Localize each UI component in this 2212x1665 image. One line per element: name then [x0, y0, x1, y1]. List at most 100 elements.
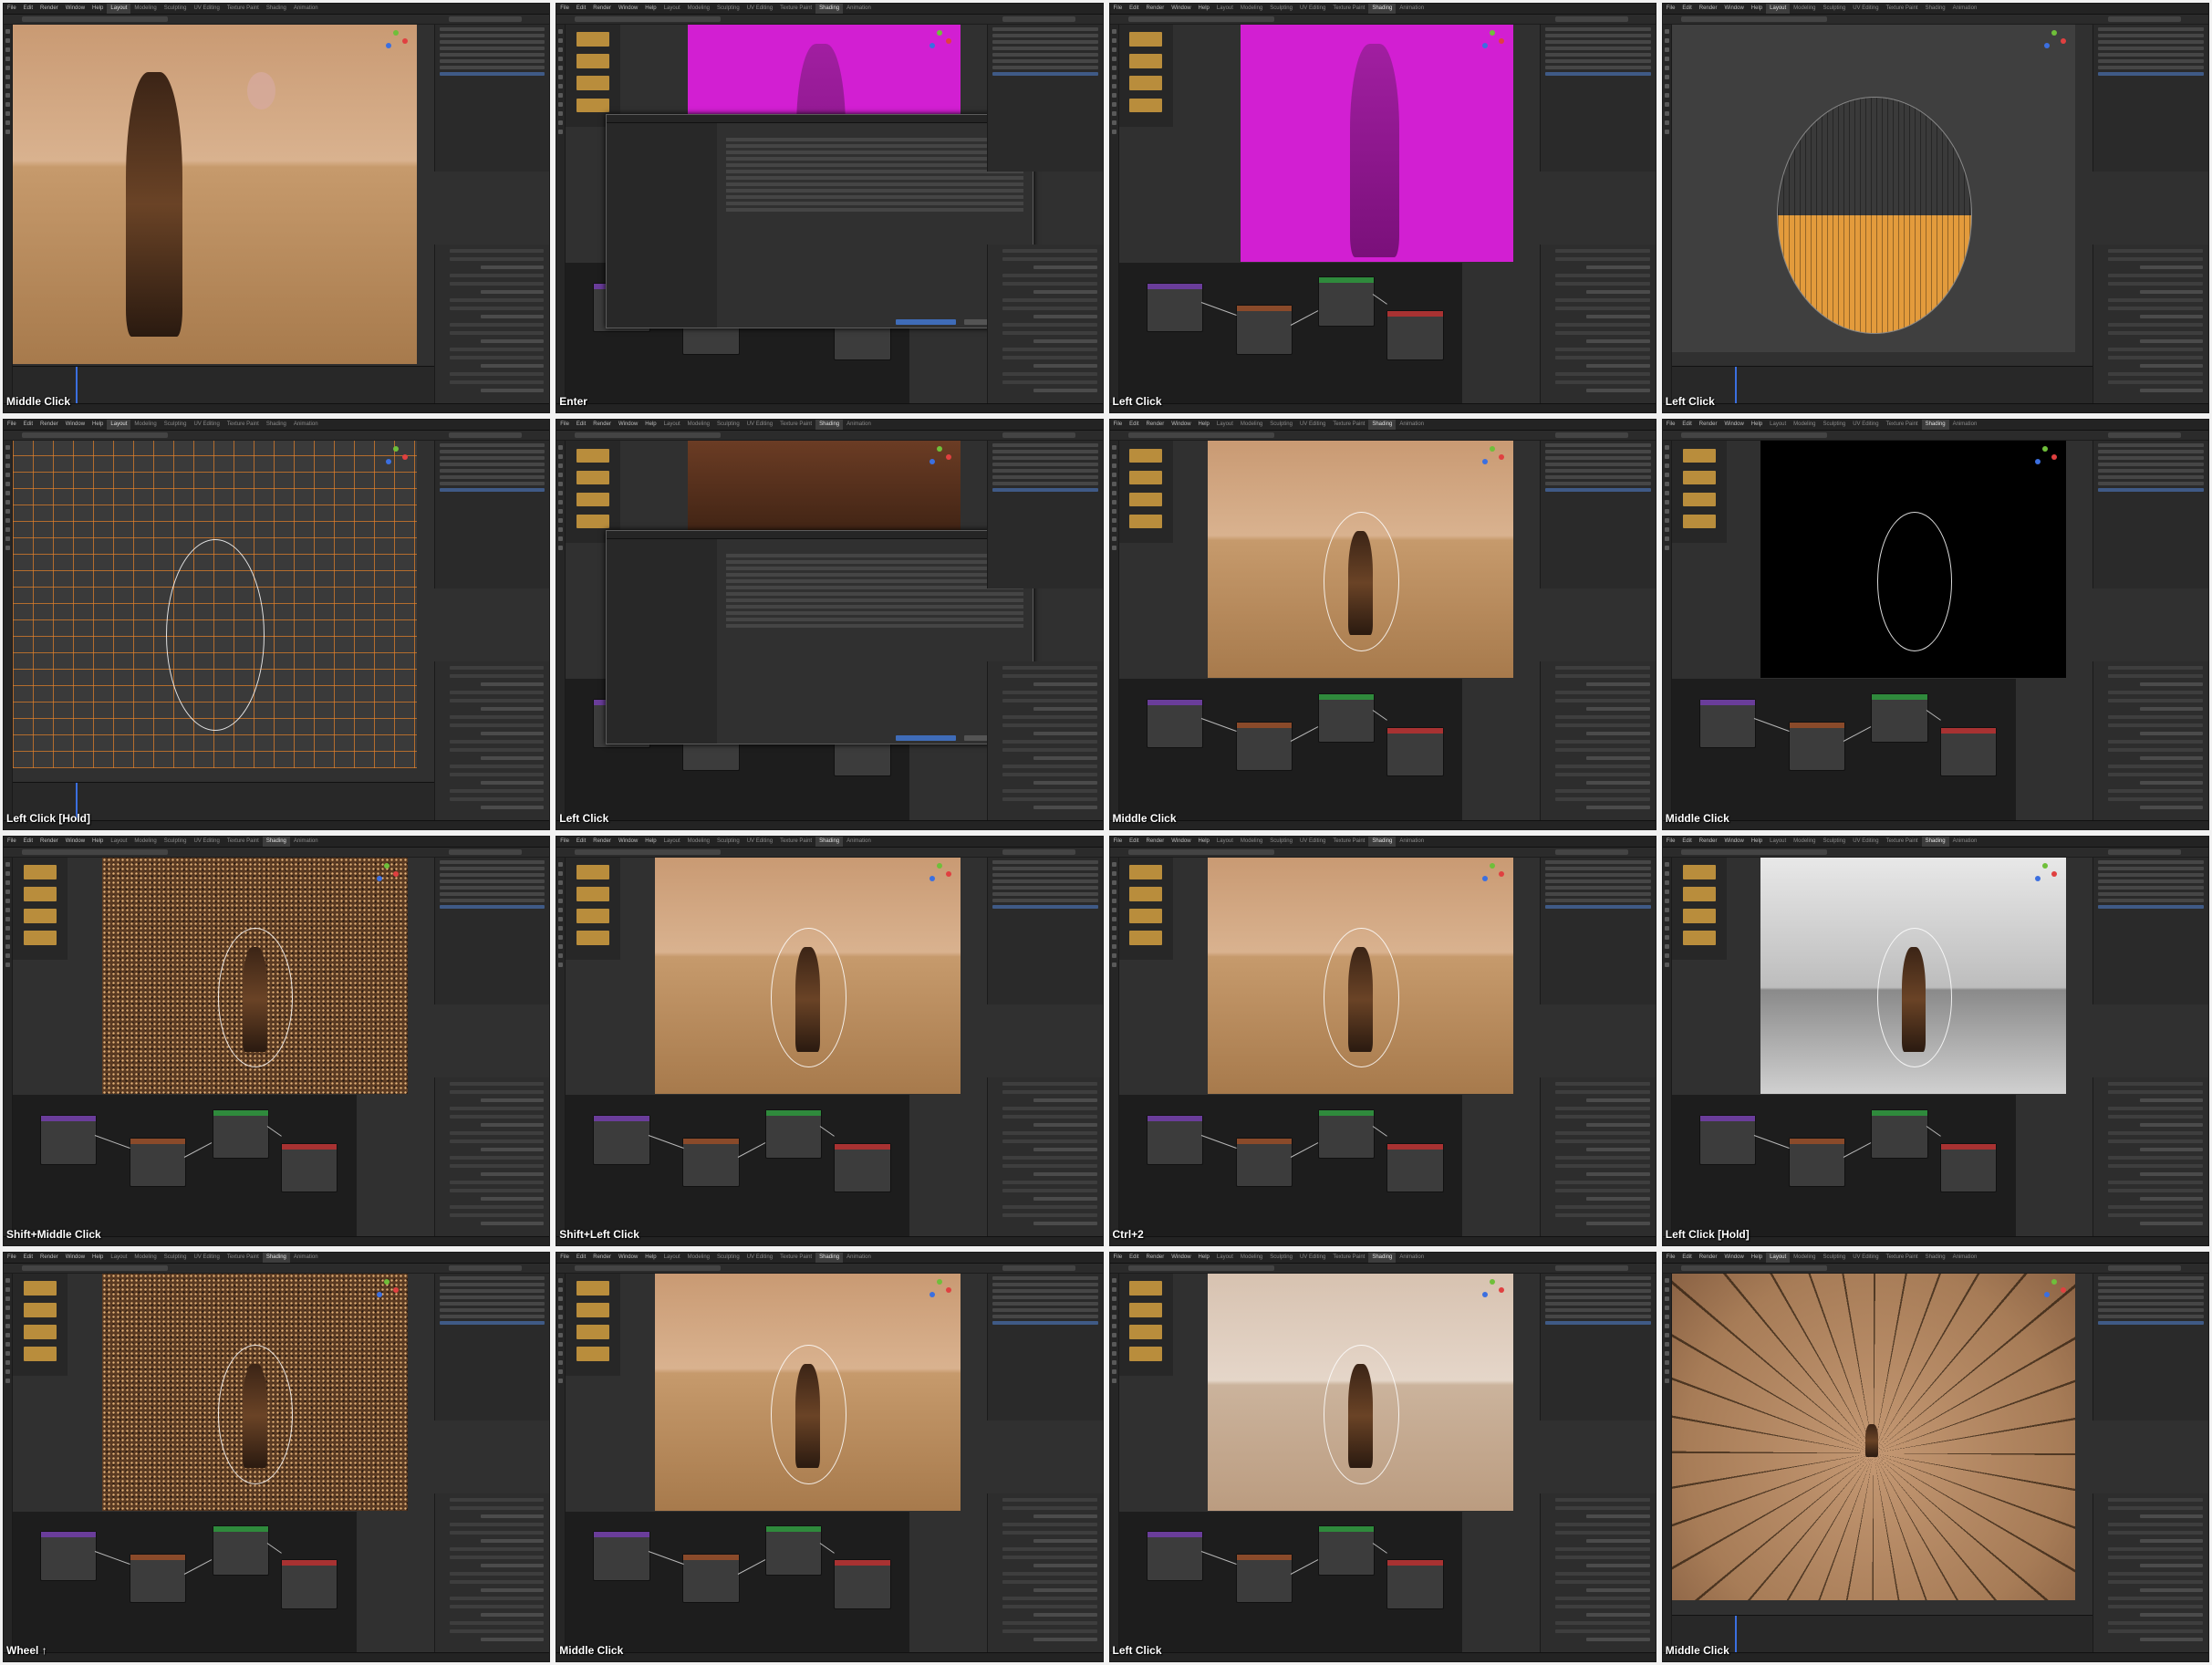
property-field[interactable]	[449, 348, 545, 352]
menu-item-file[interactable]: File	[556, 4, 573, 14]
property-field[interactable]	[480, 755, 545, 760]
timeline[interactable]	[1671, 1614, 2094, 1653]
tool-icon[interactable]	[1111, 1341, 1116, 1347]
property-field[interactable]	[480, 805, 545, 809]
tool-icon[interactable]	[1664, 1277, 1669, 1283]
workspace-tab-texture-paint[interactable]: Texture Paint	[223, 420, 263, 430]
y-axis-dot[interactable]	[936, 862, 942, 869]
shader-node[interactable]	[130, 1137, 187, 1188]
property-field[interactable]	[1033, 1539, 1097, 1544]
properties-editor[interactable]	[2093, 1493, 2208, 1652]
y-axis-dot[interactable]	[392, 446, 399, 453]
outliner-row[interactable]	[992, 463, 1098, 467]
workspace-tab-modeling[interactable]: Modeling	[130, 4, 160, 14]
menu-item-file[interactable]: File	[4, 420, 20, 430]
property-field[interactable]	[2108, 1081, 2203, 1086]
property-field[interactable]	[449, 1204, 545, 1209]
outliner-row[interactable]	[992, 898, 1098, 902]
outliner-row[interactable]	[1545, 450, 1651, 454]
property-field[interactable]	[449, 723, 545, 727]
property-field[interactable]	[2108, 274, 2203, 278]
header-toolbar[interactable]	[1109, 847, 1656, 858]
tool-icon[interactable]	[5, 93, 10, 98]
file-row[interactable]	[725, 618, 1024, 622]
outliner-row[interactable]	[2098, 885, 2204, 890]
workspace-tab-sculpting[interactable]: Sculpting	[1820, 4, 1850, 14]
workspace-tab-texture-paint[interactable]: Texture Paint	[1329, 1253, 1368, 1263]
shader-node-editor[interactable]	[1118, 1095, 1463, 1236]
tool-icon[interactable]	[5, 925, 10, 931]
open-image-button[interactable]	[896, 319, 956, 326]
property-field[interactable]	[2139, 1221, 2203, 1225]
menu-item-render[interactable]: Render	[589, 1253, 615, 1263]
tool-icon[interactable]	[1111, 870, 1116, 876]
property-field[interactable]	[1586, 1638, 1650, 1642]
workspace-tab-texture-paint[interactable]: Texture Paint	[1329, 837, 1368, 847]
property-field[interactable]	[449, 690, 545, 694]
property-field[interactable]	[2108, 1498, 2203, 1503]
property-field[interactable]	[2108, 1523, 2203, 1527]
tool-icon[interactable]	[1111, 943, 1116, 949]
tool-icon[interactable]	[5, 38, 10, 43]
tool-icon[interactable]	[5, 120, 10, 125]
outliner-row[interactable]	[2098, 72, 2204, 76]
navigation-gizmo[interactable]	[2033, 446, 2059, 472]
tool-icon[interactable]	[558, 1378, 564, 1383]
property-field[interactable]	[1033, 1171, 1097, 1176]
property-field[interactable]	[1002, 274, 1097, 278]
outliner[interactable]	[986, 441, 1103, 588]
property-field[interactable]	[2139, 339, 2203, 344]
property-field[interactable]	[2139, 1514, 2203, 1519]
property-field[interactable]	[480, 1122, 545, 1127]
menu-item-help[interactable]: Help	[641, 420, 659, 430]
3d-viewport[interactable]	[101, 1273, 408, 1511]
workspace-tab-layout[interactable]: Layout	[660, 4, 684, 14]
navigation-gizmo[interactable]	[1480, 1278, 1506, 1305]
tool-icon[interactable]	[5, 1341, 10, 1347]
property-field[interactable]	[2108, 739, 2203, 744]
tool-icon[interactable]	[1111, 75, 1116, 79]
outliner[interactable]	[433, 441, 550, 588]
workspace-tab-shading[interactable]: Shading	[815, 836, 844, 847]
folder-icon[interactable]	[576, 908, 610, 923]
tool-icon[interactable]	[1111, 102, 1116, 107]
property-field[interactable]	[2108, 1114, 2203, 1119]
property-field[interactable]	[1555, 1081, 1650, 1086]
tool-icon[interactable]	[1664, 889, 1669, 894]
workspace-tab-modeling[interactable]: Modeling	[1790, 837, 1819, 847]
property-field[interactable]	[449, 1180, 545, 1184]
property-field[interactable]	[1555, 1580, 1650, 1585]
shader-node[interactable]	[280, 1142, 338, 1193]
workspace-tab-shading[interactable]: Shading	[1368, 836, 1397, 847]
folder-icon[interactable]	[1129, 1281, 1163, 1296]
tool-icon[interactable]	[558, 943, 564, 949]
tool-icon[interactable]	[558, 1341, 564, 1347]
tool-icon[interactable]	[1664, 916, 1669, 921]
property-field[interactable]	[1586, 290, 1650, 295]
outliner-row[interactable]	[992, 469, 1098, 473]
outliner-row[interactable]	[1545, 53, 1651, 57]
shader-node[interactable]	[1235, 1554, 1293, 1604]
workspace-tab-animation[interactable]: Animation	[290, 4, 322, 14]
property-field[interactable]	[2108, 788, 2203, 793]
tool-icon[interactable]	[1664, 111, 1669, 116]
property-field[interactable]	[480, 1171, 545, 1176]
3d-viewport[interactable]	[13, 441, 417, 768]
outliner-row[interactable]	[992, 34, 1098, 37]
outliner[interactable]	[433, 857, 550, 1004]
property-field[interactable]	[449, 298, 545, 303]
folder-icon[interactable]	[1129, 448, 1163, 463]
outliner-row[interactable]	[439, 469, 545, 473]
property-field[interactable]	[1555, 772, 1650, 776]
outliner-row[interactable]	[439, 885, 545, 890]
outliner-row[interactable]	[1545, 463, 1651, 467]
outliner[interactable]	[1540, 441, 1656, 588]
open-image-button[interactable]	[896, 735, 956, 742]
outliner-row[interactable]	[2098, 1275, 2204, 1280]
outliner-row[interactable]	[1545, 482, 1651, 486]
x-axis-dot[interactable]	[1499, 38, 1505, 44]
workspace-tab-modeling[interactable]: Modeling	[130, 1253, 160, 1263]
tool-icon[interactable]	[1111, 916, 1116, 921]
property-field[interactable]	[1002, 1204, 1097, 1209]
outliner-row[interactable]	[992, 443, 1098, 448]
